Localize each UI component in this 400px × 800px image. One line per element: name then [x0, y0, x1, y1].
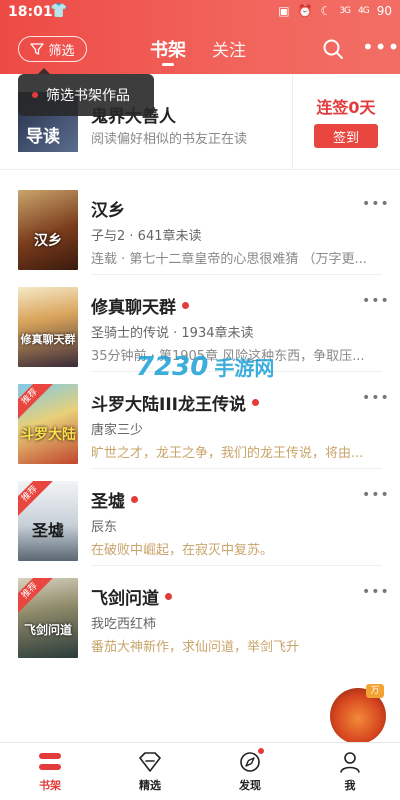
watermark-number: 7230 — [136, 352, 209, 382]
promo-tag: 万 — [366, 684, 384, 698]
book-title: 圣墟 — [91, 487, 138, 512]
new-update-dot — [165, 593, 172, 600]
tab-me-nav[interactable]: 我 — [300, 743, 400, 800]
book-item-feijian[interactable]: 推荐 飞剑问道 飞剑问道 我吃西红柿 番茄大神新作，求仙问道，举剑飞升 ••• — [0, 566, 400, 663]
status-time: 18:01 — [8, 4, 53, 20]
recommend-badge: 推荐 — [18, 384, 54, 421]
discover-dot — [258, 748, 264, 754]
book-title-text: 飞剑问道 — [91, 589, 159, 609]
person-icon — [340, 751, 360, 773]
search-icon[interactable] — [322, 38, 344, 60]
book-item-shengxu[interactable]: 推荐 圣墟 圣墟 辰东 在破败中崛起，在寂灭中复苏。 ••• — [0, 469, 400, 566]
book-more-icon[interactable]: ••• — [362, 293, 390, 309]
cover-title: 圣墟 — [31, 521, 64, 540]
book-cover: 推荐 圣墟 — [18, 481, 78, 561]
bookshelf-icon — [39, 752, 61, 770]
cover-title: 修真聊天群 — [20, 333, 76, 346]
guide-cover-text: 导读 — [26, 127, 60, 147]
book-meta: 唐家三少 — [91, 423, 144, 438]
signal-3g: 3G — [339, 6, 351, 16]
top-tabs: 书架 关注 — [150, 36, 246, 66]
tab-label: 书架 — [39, 778, 61, 792]
filter-label: 筛选 — [48, 43, 75, 59]
book-title-text: 汉乡 — [91, 201, 125, 221]
book-cover: 推荐 飞剑问道 — [18, 578, 78, 658]
tooltip-dot — [32, 92, 38, 98]
book-meta: 子与2 · 641章未读 — [91, 229, 202, 244]
new-update-dot — [182, 302, 189, 309]
book-more-icon[interactable]: ••• — [362, 196, 390, 212]
tshirt-icon: 👕 — [50, 3, 68, 19]
more-menu-icon[interactable]: ••• — [362, 37, 400, 57]
bottom-tabbar: 书架 精选 发现 我 — [0, 742, 400, 800]
diamond-icon — [139, 751, 161, 772]
new-update-dot — [251, 399, 259, 406]
filter-icon — [30, 43, 45, 55]
app-header: 18:01 👕 ▣ ⏰ ☾ 3G 4G 90 筛选 书架 关注 ••• — [0, 0, 400, 74]
tooltip-text: 筛选书架作品 — [46, 88, 130, 104]
signal-4g: 4G — [358, 6, 370, 16]
tab-bookshelf[interactable]: 书架 — [150, 36, 186, 66]
book-more-icon[interactable]: ••• — [362, 584, 390, 600]
tab-label: 精选 — [139, 778, 161, 792]
filter-tooltip: 筛选书架作品 — [18, 68, 154, 116]
book-update: 番茄大神新作，求仙问道，举剑飞升 — [91, 640, 300, 655]
recommend-badge: 推荐 — [18, 481, 54, 518]
book-update: 连载 · 第七十二章皇帝的心思很难猜 （万字更... — [91, 252, 367, 267]
alarm-icon: ⏰ — [297, 4, 313, 18]
book-cover: 汉乡 — [18, 190, 78, 270]
book-meta: 我吃西红柿 — [91, 617, 157, 632]
book-cover: 推荐 斗罗大陆 — [18, 384, 78, 464]
book-title: 修真聊天群 — [91, 293, 189, 318]
book-meta: 辰东 — [91, 520, 118, 535]
book-title-text: 斗罗大陆III龙王传说 — [91, 395, 246, 415]
signin-desc: 阅读偏好相似的书友正在读 — [91, 132, 248, 147]
cover-title: 汉乡 — [34, 233, 62, 249]
tab-featured-nav[interactable]: 精选 — [100, 743, 200, 800]
book-title: 斗罗大陆III龙王传说 — [91, 390, 259, 415]
recommend-badge: 推荐 — [18, 578, 54, 615]
tab-label: 发现 — [239, 778, 261, 792]
status-bar: 18:01 👕 ▣ ⏰ ☾ 3G 4G 90 — [0, 0, 400, 26]
tab-discover-nav[interactable]: 发现 — [200, 743, 300, 800]
book-update: 在破败中崛起，在寂灭中复苏。 — [91, 543, 274, 558]
book-meta: 圣骑士的传说 · 1934章未读 — [91, 326, 254, 341]
book-item-hanxiang[interactable]: 汉乡 汉乡 子与2 · 641章未读 连载 · 第七十二章皇帝的心思很难猜 （万… — [0, 178, 400, 275]
book-item-douluo[interactable]: 推荐 斗罗大陆 斗罗大陆III龙王传说 唐家三少 旷世之才，龙王之争，我们的龙王… — [0, 372, 400, 469]
book-title: 汉乡 — [91, 196, 125, 221]
new-update-dot — [131, 496, 138, 503]
watermark-text: 手游网 — [214, 356, 275, 380]
book-more-icon[interactable]: ••• — [362, 487, 390, 503]
tab-follow[interactable]: 关注 — [212, 36, 246, 62]
watermark: 7230 手游网 — [136, 352, 274, 382]
floating-promo-badge[interactable]: 万 — [330, 684, 386, 744]
vibrate-icon: ▣ — [278, 4, 290, 18]
cover-title: 飞剑问道 — [23, 623, 72, 637]
book-title-text: 修真聊天群 — [91, 298, 176, 318]
signin-button[interactable]: 签到 — [314, 124, 378, 148]
book-update: 旷世之才，龙王之争，我们的龙王传说，将由... — [91, 446, 364, 461]
cover-title: 斗罗大陆 — [20, 427, 76, 443]
divider — [292, 74, 293, 170]
tab-bookshelf-nav[interactable]: 书架 — [0, 743, 100, 800]
book-title: 飞剑问道 — [91, 584, 172, 609]
tab-label: 我 — [344, 778, 356, 792]
status-right: ▣ ⏰ ☾ 3G 4G 90 — [278, 4, 392, 18]
signin-streak: 连签0天 — [316, 98, 376, 117]
moon-icon: ☾ — [320, 4, 332, 18]
book-cover: 修真聊天群 — [18, 287, 78, 367]
filter-button[interactable]: 筛选 — [18, 36, 87, 62]
book-title-text: 圣墟 — [91, 492, 125, 512]
battery-level: 90 — [376, 4, 392, 18]
book-more-icon[interactable]: ••• — [362, 390, 390, 406]
